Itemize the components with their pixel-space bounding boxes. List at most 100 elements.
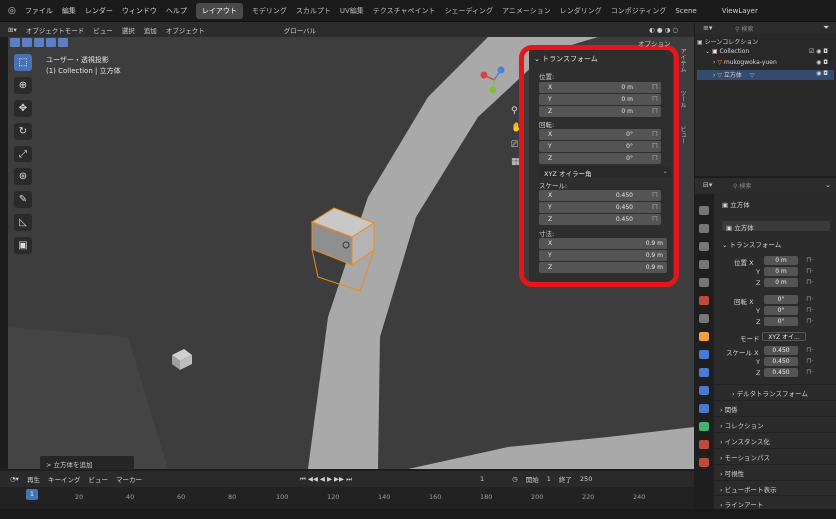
tab-item[interactable]: アイテム (677, 48, 687, 72)
shading-buttons[interactable]: ◐ ● ◑ ○ (649, 26, 678, 34)
menu-file[interactable]: ファイル (25, 6, 53, 16)
playhead[interactable]: 1 (26, 489, 38, 500)
menu-playback[interactable]: 再生 (27, 474, 40, 484)
menu-render[interactable]: レンダー (85, 6, 113, 16)
timeline-editor-icon[interactable]: ◔▾ (10, 475, 19, 483)
lock-icon[interactable]: ⊓· (806, 346, 814, 354)
workspace-tab-rendering[interactable]: レンダリング (560, 6, 602, 16)
view-layer-selector[interactable]: ViewLayer (722, 7, 758, 15)
menu-add[interactable]: 追加 (144, 25, 157, 35)
menu-marker[interactable]: マーカー (116, 474, 142, 484)
workspace-tab-shading[interactable]: シェーディング (445, 6, 494, 16)
playback-controls[interactable]: ⏮ ◀◀ ◀ ▶ ▶▶ ⏭ (300, 475, 352, 484)
select-box-icon[interactable]: ⬚ (14, 54, 32, 71)
prop-scale-x[interactable]: 0.450 (764, 346, 798, 355)
workspace-tab-uv[interactable]: UV編集 (340, 6, 364, 16)
lock-icon[interactable]: ⊓· (806, 317, 814, 325)
section-line-art[interactable]: › ラインアート (714, 495, 836, 509)
transform-section-header[interactable]: ⌄ トランスフォーム (722, 239, 781, 249)
prop-rotation-z[interactable]: 0° (764, 317, 798, 326)
section-motion-paths[interactable]: › モーションパス (714, 448, 836, 462)
last-operation-panel[interactable]: > 立方体を追加 (40, 456, 134, 470)
prop-location-y[interactable]: 0 m (764, 267, 798, 276)
prop-rotation-y[interactable]: 0° (764, 306, 798, 315)
options-menu[interactable]: オプション (638, 38, 671, 48)
menu-select[interactable]: 選択 (122, 25, 135, 35)
annotate-tool-icon[interactable]: ✎ (14, 191, 32, 209)
outliner-search[interactable]: ⚲ 検索 (735, 24, 753, 33)
material-tab-icon[interactable] (699, 440, 709, 449)
lock-icon[interactable]: ⊓· (806, 278, 814, 286)
cursor-tool-icon[interactable]: ⊕ (14, 76, 32, 94)
menu-timeline-view[interactable]: ビュー (88, 474, 108, 484)
lock-icon[interactable]: ⊓· (806, 267, 814, 275)
physics-tab-icon[interactable] (699, 386, 709, 395)
texture-tab-icon[interactable] (699, 458, 709, 467)
section-instancing[interactable]: › インスタンス化 (714, 432, 836, 446)
scene-selector[interactable]: Scene (675, 7, 696, 15)
section-visibility[interactable]: › 可視性 (714, 464, 836, 478)
workspace-tab-animation[interactable]: アニメーション (502, 6, 551, 16)
start-frame-field[interactable]: 1 (547, 475, 551, 483)
transform-orientation[interactable]: グローバル (284, 25, 316, 35)
lock-icon[interactable]: ⊓· (806, 368, 814, 376)
filter-icon[interactable]: ⏷ (823, 23, 829, 33)
properties-editor-icon[interactable]: ⊟▾ (703, 181, 712, 189)
menu-edit[interactable]: 編集 (62, 6, 76, 16)
workspace-tab-compositing[interactable]: コンポジティング (611, 6, 667, 16)
mode-selector[interactable]: オブジェクトモード (26, 25, 85, 35)
section-collections[interactable]: › コレクション (714, 416, 836, 430)
collection-tab-icon[interactable] (699, 314, 709, 323)
transform-tool-icon[interactable]: ⊛ (14, 168, 32, 186)
menu-help[interactable]: ヘルプ (166, 6, 187, 16)
constraints-tab-icon[interactable] (699, 404, 709, 413)
section-viewport-display[interactable]: › ビューポート表示 (714, 480, 836, 494)
output-tab-icon[interactable] (699, 242, 709, 251)
properties-search[interactable]: ⚲ 検索 (733, 181, 751, 190)
outliner-item-mesh[interactable]: › ▽ mukogwoka-yuen ◉ ◘ (697, 59, 834, 69)
workspace-tab-texture-paint[interactable]: テクスチャペイント (373, 6, 436, 16)
prop-rotation-x[interactable]: 0° (764, 295, 798, 304)
prop-scale-z[interactable]: 0.450 (764, 368, 798, 377)
timeline-ruler[interactable]: 20 40 60 80 100 120 140 160 180 200 220 … (0, 487, 694, 509)
lock-icon[interactable]: ⊓· (806, 256, 814, 264)
menu-view[interactable]: ビュー (93, 25, 113, 35)
workspace-tab-modeling[interactable]: モデリング (252, 6, 287, 16)
tab-tool[interactable]: ツール (677, 90, 687, 108)
menu-keying[interactable]: キーイング (48, 474, 81, 484)
prop-location-z[interactable]: 0 m (764, 278, 798, 287)
outliner-editor-icon[interactable]: ≡▾ (703, 24, 712, 32)
prop-location-x[interactable]: 0 m (764, 256, 798, 265)
editor-type-icon[interactable]: ⊞▾ (8, 26, 17, 34)
current-frame-field[interactable]: 1 (480, 475, 484, 483)
outliner-item-cube[interactable]: › ▽ 立方体 ▽ ◉ ◘ (697, 70, 834, 80)
chevron-down-icon[interactable]: ⌄ (825, 181, 831, 189)
view-layer-tab-icon[interactable] (699, 260, 709, 269)
workspace-tab-sculpt[interactable]: スカルプト (296, 6, 331, 16)
tab-view[interactable]: ビュー (677, 126, 687, 144)
selection-mode-icons[interactable] (10, 38, 70, 48)
move-tool-icon[interactable]: ✥ (14, 99, 32, 117)
menu-object[interactable]: オブジェクト (166, 25, 205, 35)
outliner-scene-collection[interactable]: ▣ シーンコレクション (697, 37, 834, 47)
data-tab-icon[interactable] (699, 422, 709, 431)
particles-tab-icon[interactable] (699, 368, 709, 377)
object-tab-icon[interactable] (699, 332, 709, 341)
render-tab-icon[interactable] (699, 224, 709, 233)
menu-window[interactable]: ウィンドウ (122, 6, 157, 16)
navigation-gizmo[interactable] (474, 60, 514, 100)
prop-scale-y[interactable]: 0.450 (764, 357, 798, 366)
rotate-tool-icon[interactable]: ↻ (14, 122, 32, 140)
scale-tool-icon[interactable]: ⤢ (14, 145, 32, 163)
measure-tool-icon[interactable]: ◺ (14, 214, 32, 232)
blender-icon[interactable]: ◎ (8, 6, 16, 16)
workspace-tab-layout[interactable]: レイアウト (195, 2, 243, 19)
rotation-mode-dropdown[interactable]: XYZ オイ... (762, 332, 806, 341)
world-tab-icon[interactable] (699, 296, 709, 305)
section-delta-transform[interactable]: › デルタトランスフォーム (714, 384, 836, 398)
clock-icon[interactable]: ◷ (512, 475, 518, 483)
tool-tab-icon[interactable] (699, 206, 709, 215)
scene-tab-icon[interactable] (699, 278, 709, 287)
lock-icon[interactable]: ⊓· (806, 306, 814, 314)
modifier-tab-icon[interactable] (699, 350, 709, 359)
